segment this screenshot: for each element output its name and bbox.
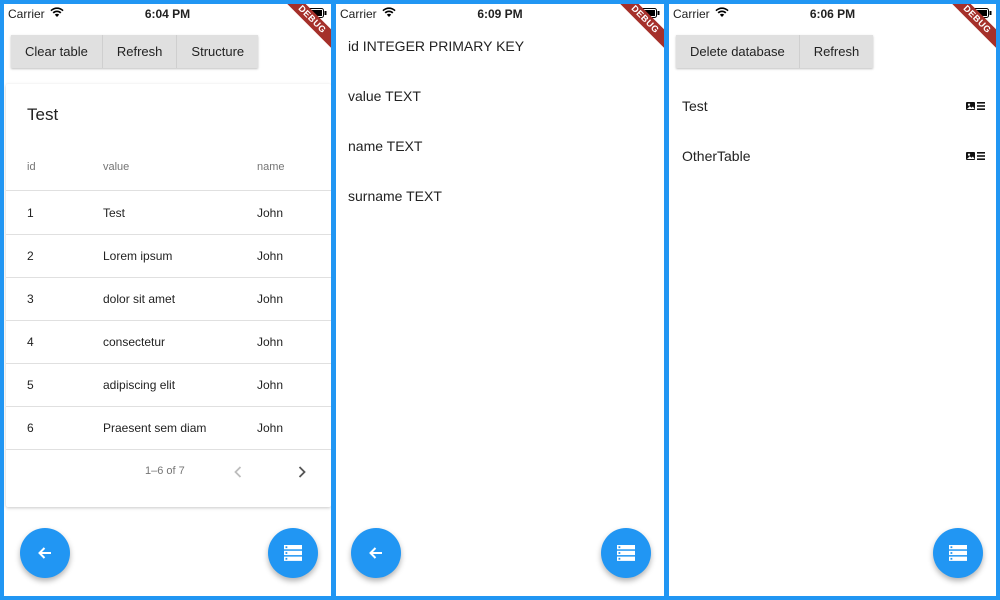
column-header-id[interactable]: id	[27, 161, 36, 173]
chevron-right-icon[interactable]	[292, 462, 312, 482]
refresh-button[interactable]: Refresh	[102, 35, 178, 68]
cell-value: adipiscing elit	[103, 378, 176, 392]
cell-value: Lorem ipsum	[103, 249, 173, 263]
cell-id: 4	[27, 335, 34, 349]
cell-value: dolor sit amet	[103, 292, 176, 306]
database-fab[interactable]	[601, 528, 651, 578]
cell-value: Test	[103, 206, 126, 220]
cell-id: 2	[27, 249, 34, 263]
debug-banner: DEBUG	[275, 4, 331, 60]
table-title: Test	[27, 105, 59, 124]
back-fab[interactable]	[20, 528, 70, 578]
action-button-bar: Clear table Refresh Structure	[11, 35, 259, 68]
storage-icon	[617, 545, 635, 561]
refresh-button[interactable]: Refresh	[799, 35, 874, 68]
table-row[interactable]: 4 consectetur John	[6, 321, 331, 364]
screen-database-tables: Carrier 6:06 PM DEBUG Delete database Re…	[669, 4, 996, 596]
table-row[interactable]: 2 Lorem ipsum John	[6, 235, 331, 278]
delete-database-button[interactable]: Delete database	[676, 35, 800, 68]
table-view-icon	[966, 152, 985, 160]
action-button-bar: Delete database Refresh	[676, 35, 874, 68]
storage-icon	[949, 545, 967, 561]
cell-id: 3	[27, 292, 34, 306]
arrow-back-icon	[38, 547, 51, 559]
back-fab[interactable]	[351, 528, 401, 578]
pagination-range: 1–6 of 7	[145, 465, 185, 477]
storage-icon	[284, 545, 302, 561]
screen-table-structure: Carrier 6:09 PM DEBUG id INTEGER PRIMARY…	[336, 4, 664, 596]
cell-id: 1	[27, 206, 34, 220]
screen-table-data: Carrier 6:04 PM DEBUG Clear table Refres…	[4, 4, 331, 596]
cell-value: consectetur	[103, 335, 166, 349]
column-definition: id INTEGER PRIMARY KEY	[348, 38, 525, 54]
table-row[interactable]: 1 Test John	[6, 192, 331, 235]
data-table-card: Test id value name 1 Test John 2 Lorem i…	[6, 84, 331, 507]
table-list-item-othertable[interactable]: OtherTable	[669, 131, 996, 181]
table-row[interactable]: 6 Praesent sem diam John	[6, 407, 331, 450]
structure-button[interactable]: Structure	[177, 35, 259, 68]
table-list-item-test[interactable]: Test	[669, 81, 996, 131]
cell-name: John	[257, 206, 284, 220]
cell-id: 6	[27, 421, 34, 435]
table-name: Test	[682, 98, 708, 114]
cell-name: John	[257, 335, 284, 349]
cell-name: John	[257, 249, 284, 263]
chevron-left-icon[interactable]	[228, 462, 248, 482]
clear-table-button[interactable]: Clear table	[11, 35, 103, 68]
cell-value: Praesent sem diam	[103, 421, 207, 435]
database-fab[interactable]	[268, 528, 318, 578]
cell-name: John	[257, 378, 284, 392]
column-definition: value TEXT	[348, 88, 421, 104]
table-row[interactable]: 3 dolor sit amet John	[6, 278, 331, 321]
table-view-icon	[966, 102, 985, 110]
pagination: 1–6 of 7	[6, 454, 331, 490]
cell-name: John	[257, 421, 284, 435]
table-header: id value name	[6, 144, 331, 191]
cell-id: 5	[27, 378, 34, 392]
column-definition: name TEXT	[348, 138, 423, 154]
debug-banner: DEBUG	[608, 4, 664, 60]
debug-banner: DEBUG	[940, 4, 996, 60]
cell-name: John	[257, 292, 284, 306]
arrow-back-icon	[369, 547, 382, 559]
table-name: OtherTable	[682, 148, 751, 164]
column-definition: surname TEXT	[348, 188, 442, 204]
column-header-name[interactable]: name	[257, 161, 285, 173]
table-row[interactable]: 5 adipiscing elit John	[6, 364, 331, 407]
database-fab[interactable]	[933, 528, 983, 578]
column-header-value[interactable]: value	[103, 161, 129, 173]
